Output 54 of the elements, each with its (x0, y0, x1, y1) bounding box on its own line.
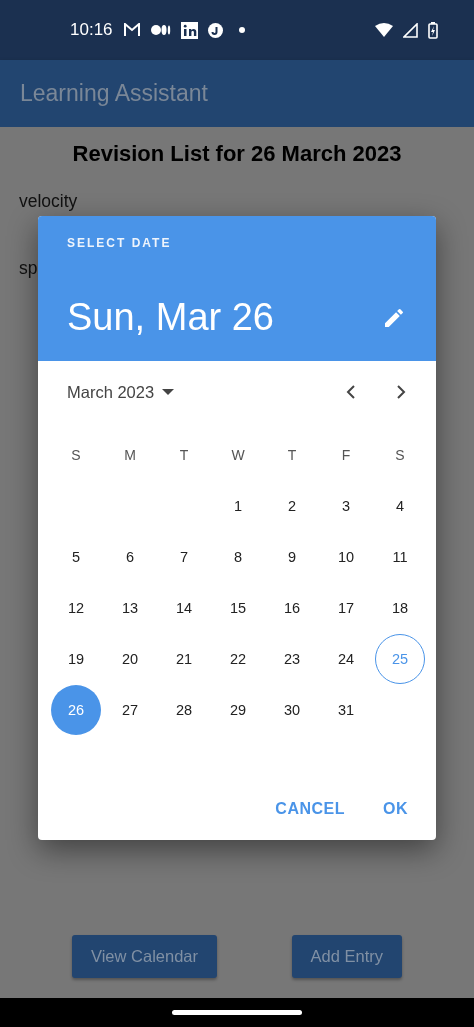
calendar-day[interactable]: 4 (375, 480, 425, 531)
calendar-day[interactable]: 3 (321, 480, 371, 531)
revision-entry[interactable]: velocity (19, 191, 78, 212)
weekday-label: S (71, 446, 81, 463)
calendar-day[interactable]: 12 (51, 582, 101, 633)
calendar-day[interactable]: 1 (213, 480, 263, 531)
calendar-day[interactable]: 8 (213, 531, 263, 582)
calendar-day[interactable]: 31 (321, 684, 371, 735)
calendar-day[interactable]: 2 (267, 480, 317, 531)
page-heading: Revision List for 26 March 2023 (71, 141, 403, 167)
weekday-label: T (287, 446, 297, 463)
selected-date: Sun, Mar 26 (67, 296, 274, 339)
weekday-label: M (124, 446, 136, 463)
calendar-day[interactable]: 29 (213, 684, 263, 735)
calendar-day[interactable]: 9 (267, 531, 317, 582)
wifi-icon (375, 23, 393, 37)
square-icon (180, 21, 198, 39)
month-dropdown[interactable]: March 2023 (67, 382, 175, 402)
circle-icon (207, 22, 223, 38)
next-month-icon[interactable] (397, 385, 406, 399)
calendar-day[interactable]: 21 (159, 633, 209, 684)
calendar-day[interactable]: 23 (267, 633, 317, 684)
calendar-day[interactable]: 24 (321, 633, 371, 684)
battery-icon (428, 21, 438, 39)
calendar-day[interactable]: 19 (51, 633, 101, 684)
calendar-day[interactable]: 17 (321, 582, 371, 633)
weekday-label: S (395, 446, 405, 463)
dots-icon (150, 24, 171, 36)
calendar-day[interactable]: 20 (105, 633, 155, 684)
app-title: Learning Assistant (20, 80, 208, 107)
calendar-day[interactable]: 16 (267, 582, 317, 633)
calendar-day[interactable]: 5 (51, 531, 101, 582)
calendar-day[interactable]: 18 (375, 582, 425, 633)
calendar-day[interactable]: 28 (159, 684, 209, 735)
previous-month-icon[interactable] (346, 385, 355, 399)
weekday-label: T (179, 446, 189, 463)
notification-dot-icon (238, 27, 245, 33)
calendar-day[interactable]: 10 (321, 531, 371, 582)
dialog-label: SELECT DATE (67, 236, 172, 250)
calendar-day[interactable]: 15 (213, 582, 263, 633)
calendar-day[interactable]: 7 (159, 531, 209, 582)
calendar-day[interactable]: 22 (213, 633, 263, 684)
weekday-label: F (341, 446, 351, 463)
signal-icon (403, 22, 418, 38)
calendar-day[interactable]: 30 (267, 684, 317, 735)
calendar-day[interactable]: 11 (375, 531, 425, 582)
mail-icon (122, 23, 141, 37)
dropdown-arrow-icon (162, 389, 175, 395)
calendar-day[interactable]: 14 (159, 582, 209, 633)
calendar-day[interactable]: 27 (105, 684, 155, 735)
weekday-label: W (231, 446, 245, 463)
clock-time: 10:16 (70, 20, 113, 40)
calendar-day[interactable]: 6 (105, 531, 155, 582)
calendar-day[interactable]: 13 (105, 582, 155, 633)
